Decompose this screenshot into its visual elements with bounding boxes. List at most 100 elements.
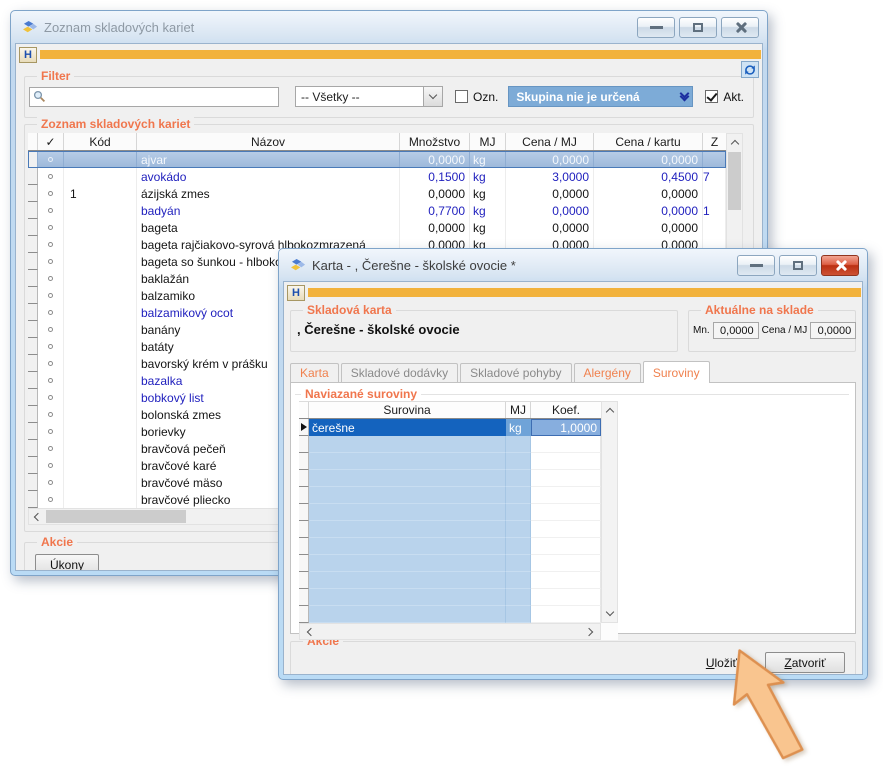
refresh-button[interactable] [741,61,759,78]
toolbar-row: H [284,282,862,302]
current-row-arrow-icon [301,423,307,431]
empty-row[interactable] [299,487,601,504]
scroll-up-button[interactable] [727,134,742,151]
suroviny-horizontal-scrollbar[interactable] [299,623,601,640]
record-dot-icon [48,174,53,179]
titlebar[interactable]: Zoznam skladových kariet [15,11,763,43]
empty-row[interactable] [299,555,601,572]
toolbar-row: H [16,44,762,66]
header-cena-mj[interactable]: Cena / MJ [506,133,594,150]
empty-row[interactable] [299,589,601,606]
tab-alergeny[interactable]: Alergény [574,363,641,382]
scroll-left-button[interactable] [302,623,317,640]
chevron-down-icon [429,91,437,99]
header-mj[interactable]: MJ [506,402,531,418]
suroviny-table-rows: čerešnekg1,0000 [299,419,601,623]
scroll-down-button[interactable] [602,605,617,622]
filter-dropdown[interactable]: -- Všetky -- [295,86,443,107]
chevron-up-icon [730,140,738,148]
header-mnozstvo[interactable]: Množstvo [400,133,470,150]
chevron-left-icon [34,512,42,520]
scroll-right-button[interactable] [583,623,598,640]
titlebar[interactable]: Karta - , Čerešne - školské ovocie * [283,249,863,281]
header-kod[interactable]: Kód [64,133,137,150]
scroll-up-button[interactable] [602,402,617,419]
stock-row[interactable]: avokádo0,1500kg3,00000,45007 [28,168,726,185]
header-cena-kartu[interactable]: Cena / kartu [594,133,703,150]
record-dot-icon [48,191,53,196]
record-dot-icon [48,412,53,417]
record-dot-icon [48,208,53,213]
tab-skladove-pohyby[interactable]: Skladové pohyby [460,363,571,382]
dropdown-button[interactable] [423,87,442,106]
aktualne-na-sklade-group: Aktuálne na sklade Mn. 0,0000 Cena / MJ … [688,310,856,352]
double-chevron-icon[interactable] [681,94,688,100]
window-body: H Skladová karta , Čerešne - školské ovo… [283,281,863,675]
empty-row[interactable] [299,453,601,470]
ukony-button[interactable]: Úkony [35,554,99,571]
header-indicator [28,133,38,150]
stock-row[interactable]: badyán0,7700kg0,00000,00001 [28,202,726,219]
minimize-button[interactable] [637,17,675,38]
empty-row[interactable] [299,538,601,555]
akt-checkbox[interactable] [705,90,718,103]
suroviny-table-header[interactable]: Surovina MJ Koef. [299,401,601,419]
chevron-right-icon [585,627,593,635]
empty-row[interactable] [299,470,601,487]
h-button[interactable]: H [19,47,37,63]
suroviny-table-grid: Surovina MJ Koef. čerešnekg1,0000 [299,401,601,623]
cena-mj-field[interactable]: 0,0000 [810,322,856,339]
stock-table-header[interactable]: ✓ Kód Názov Množstvo MJ Cena / MJ Cena /… [28,133,726,151]
stock-row[interactable]: 1ázijská zmes0,0000kg0,00000,0000 [28,185,726,202]
header-indicator [299,402,309,418]
refresh-icon [744,64,756,76]
group-chip-text: Skupina nie je určená [516,90,681,104]
search-input[interactable] [29,87,279,107]
maximize-button[interactable] [679,17,717,38]
tab-suroviny[interactable]: Suroviny [643,361,710,383]
group-chip[interactable]: Skupina nie je určená [508,86,693,107]
scroll-left-button[interactable] [29,508,44,525]
empty-row[interactable] [299,436,601,453]
surovina-row[interactable]: čerešnekg1,0000 [299,419,601,436]
app-icon [291,258,306,273]
empty-row[interactable] [299,521,601,538]
scrollbar-corner [601,623,618,640]
record-dot-icon [48,463,53,468]
chevron-left-icon [307,627,315,635]
empty-row[interactable] [299,572,601,589]
tab-karta[interactable]: Karta [290,363,339,382]
stock-row[interactable]: bageta0,0000kg0,00000,0000 [28,219,726,236]
akcie-group-label: Akcie [37,535,77,549]
scroll-thumb[interactable] [46,510,186,523]
close-button[interactable] [821,255,859,276]
header-surovina[interactable]: Surovina [309,402,506,418]
record-dot-icon [48,259,53,264]
minimize-button[interactable] [737,255,775,276]
stock-row[interactable]: ajvar0,0000kg0,00000,0000 [28,151,726,168]
tab-skladove-dodavky[interactable]: Skladové dodávky [341,363,458,382]
header-nazov[interactable]: Názov [137,133,400,150]
mn-field[interactable]: 0,0000 [713,322,759,339]
suroviny-vertical-scrollbar[interactable] [601,401,618,623]
header-mj[interactable]: MJ [470,133,506,150]
record-dot-icon [48,242,53,247]
scroll-thumb[interactable] [728,152,741,210]
header-z[interactable]: Z [703,133,726,150]
record-dot-icon [48,276,53,281]
empty-row[interactable] [299,504,601,521]
header-koef[interactable]: Koef. [531,402,601,418]
record-dot-icon [48,225,53,230]
naviazane-suroviny-label: Naviazané suroviny [301,387,421,401]
maximize-icon [693,23,703,32]
empty-row[interactable] [299,606,601,623]
close-button[interactable] [721,17,759,38]
window-title: Zoznam skladových kariet [44,20,637,35]
header-check[interactable]: ✓ [38,133,64,150]
maximize-button[interactable] [779,255,817,276]
minimize-icon [650,26,663,29]
cena-mj-label: Cena / MJ [762,325,808,336]
h-button[interactable]: H [287,285,305,301]
tabs: KartaSkladové dodávkySkladové pohybyAler… [290,360,856,382]
ozn-checkbox[interactable] [455,90,468,103]
